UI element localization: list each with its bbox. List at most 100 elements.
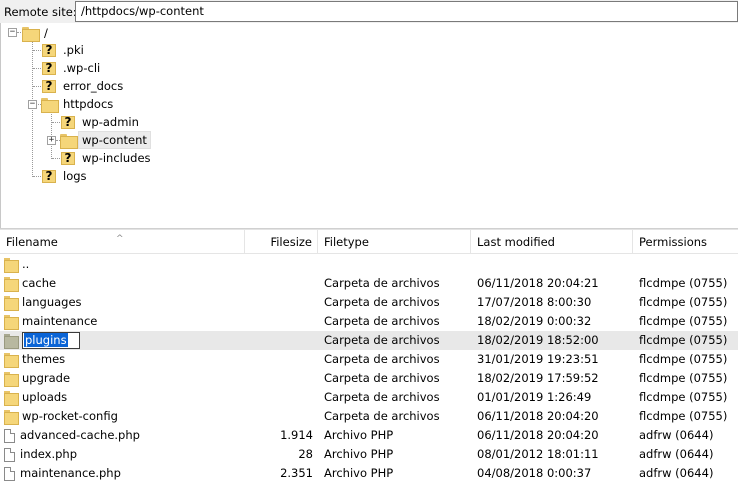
file-icon	[4, 428, 15, 443]
file-row[interactable]: index.php 28 Archivo PHP 08/01/2012 18:0…	[0, 445, 738, 464]
tree-item-root[interactable]: /	[22, 24, 51, 42]
file-permissions: flcdmpe (0755)	[639, 390, 728, 404]
tree-item-error-docs[interactable]: ? error_docs	[41, 77, 126, 95]
file-row[interactable]: maintenance.php 2.351 Archivo PHP 04/08/…	[0, 464, 738, 483]
unknown-folder-icon: ?	[41, 60, 57, 76]
file-type: Carpeta de archivos	[324, 276, 440, 290]
file-name: index.php	[20, 447, 78, 461]
tree-item-wp-admin[interactable]: ? wp-admin	[60, 113, 142, 131]
file-row[interactable]: wp-rocket-config Carpeta de archivos 06/…	[0, 407, 738, 426]
tree-item-httpdocs[interactable]: httpdocs	[41, 95, 116, 113]
file-permissions: flcdmpe (0755)	[639, 409, 728, 423]
remote-directory-tree: − / ? .pki ? .wp-cli ? error_docs − http…	[0, 23, 738, 228]
file-type: Carpeta de archivos	[324, 295, 440, 309]
file-list-header: ^ Filename Filesize Filetype Last modifi…	[0, 230, 738, 254]
folder-icon	[4, 409, 19, 425]
file-name: languages	[22, 295, 82, 309]
file-modified: 04/08/2018 0:00:37	[477, 466, 592, 480]
file-modified: 06/11/2018 20:04:20	[477, 428, 599, 442]
file-permissions: flcdmpe (0755)	[639, 276, 728, 290]
tree-item-wp-cli[interactable]: ? .wp-cli	[41, 59, 103, 77]
file-name: upgrade	[22, 371, 71, 385]
tree-item-logs[interactable]: ? logs	[41, 167, 90, 185]
collapse-httpdocs-icon[interactable]: −	[28, 100, 37, 109]
tree-item-label: wp-includes	[82, 151, 151, 165]
rename-input[interactable]: plugins	[22, 332, 80, 349]
folder-icon	[4, 295, 19, 311]
tree-item-label: .pki	[63, 43, 84, 57]
file-row[interactable]: languages Carpeta de archivos 17/07/2018…	[0, 293, 738, 312]
unknown-folder-icon: ?	[41, 168, 57, 184]
file-row-selected[interactable]: plugins Carpeta de archivos 18/02/2019 1…	[0, 331, 738, 350]
column-header-filename[interactable]: ^ Filename	[0, 230, 245, 254]
folder-icon	[4, 333, 19, 349]
file-name: advanced-cache.php	[20, 428, 140, 442]
tree-item-wp-content[interactable]: wp-content	[60, 131, 151, 149]
file-row[interactable]: upgrade Carpeta de archivos 18/02/2019 1…	[0, 369, 738, 388]
file-permissions: flcdmpe (0755)	[639, 352, 728, 366]
file-size: 1.914	[280, 428, 313, 442]
tree-item-pki[interactable]: ? .pki	[41, 41, 87, 59]
unknown-folder-icon: ?	[60, 150, 76, 166]
file-name: maintenance.php	[20, 466, 121, 480]
folder-icon	[4, 390, 19, 406]
file-row[interactable]: maintenance Carpeta de archivos 18/02/20…	[0, 312, 738, 331]
file-permissions: adfrw (0644)	[639, 428, 714, 442]
folder-icon	[4, 257, 19, 273]
file-permissions: flcdmpe (0755)	[639, 371, 728, 385]
file-type: Archivo PHP	[324, 466, 394, 480]
unknown-folder-icon: ?	[60, 114, 76, 130]
unknown-folder-icon: ?	[41, 42, 57, 58]
folder-icon	[22, 26, 40, 42]
column-header-permissions[interactable]: Permissions	[633, 230, 738, 254]
file-size	[245, 350, 313, 369]
collapse-root-icon[interactable]: −	[8, 28, 17, 37]
file-modified: 08/01/2012 18:01:11	[477, 447, 599, 461]
file-type: Carpeta de archivos	[324, 314, 440, 328]
file-modified: 18/02/2019 18:52:00	[477, 333, 599, 347]
file-modified: 06/11/2018 20:04:20	[477, 409, 599, 423]
folder-icon	[41, 97, 59, 113]
file-row[interactable]: themes Carpeta de archivos 31/01/2019 19…	[0, 350, 738, 369]
file-name: wp-rocket-config	[22, 409, 118, 423]
tree-item-label: logs	[63, 169, 87, 183]
file-row[interactable]: advanced-cache.php 1.914 Archivo PHP 06/…	[0, 426, 738, 445]
tree-item-label: wp-admin	[82, 115, 139, 129]
folder-icon	[4, 352, 19, 368]
column-header-filesize[interactable]: Filesize	[245, 230, 318, 254]
remote-site-label: Remote site:	[4, 4, 77, 19]
remote-path-input[interactable]: /httpdocs/wp-content	[75, 1, 738, 22]
tree-item-label: wp-content	[78, 131, 151, 149]
file-row-parent[interactable]: ..	[0, 255, 738, 274]
tree-item-label: httpdocs	[63, 97, 114, 111]
file-type: Carpeta de archivos	[324, 390, 440, 404]
file-row[interactable]: cache Carpeta de archivos 06/11/2018 20:…	[0, 274, 738, 293]
file-modified: 18/02/2019 0:00:32	[477, 314, 592, 328]
file-name: uploads	[22, 390, 68, 404]
file-size	[245, 331, 313, 350]
file-name: themes	[22, 352, 66, 366]
tree-item-label: .wp-cli	[63, 61, 101, 75]
file-size	[245, 312, 313, 331]
tree-item-label: error_docs	[63, 79, 124, 93]
sort-ascending-icon: ^	[116, 234, 124, 244]
file-permissions: flcdmpe (0755)	[639, 333, 728, 347]
file-type: Carpeta de archivos	[324, 352, 440, 366]
file-size: 28	[298, 447, 313, 461]
file-modified: 06/11/2018 20:04:21	[477, 276, 599, 290]
column-header-filetype[interactable]: Filetype	[318, 230, 471, 254]
file-name: maintenance	[22, 314, 98, 328]
folder-icon	[4, 276, 19, 292]
file-size: 2.351	[280, 466, 313, 480]
file-row[interactable]: uploads Carpeta de archivos 01/01/2019 1…	[0, 388, 738, 407]
file-icon	[4, 447, 15, 462]
expand-wp-content-icon[interactable]: +	[47, 136, 56, 145]
column-header-last-modified[interactable]: Last modified	[471, 230, 633, 254]
file-size	[245, 369, 313, 388]
tree-item-label: /	[44, 26, 48, 40]
file-type: Archivo PHP	[324, 428, 394, 442]
folder-icon	[4, 371, 19, 387]
tree-item-wp-includes[interactable]: ? wp-includes	[60, 149, 154, 167]
file-permissions: flcdmpe (0755)	[639, 314, 728, 328]
file-permissions: adfrw (0644)	[639, 447, 714, 461]
